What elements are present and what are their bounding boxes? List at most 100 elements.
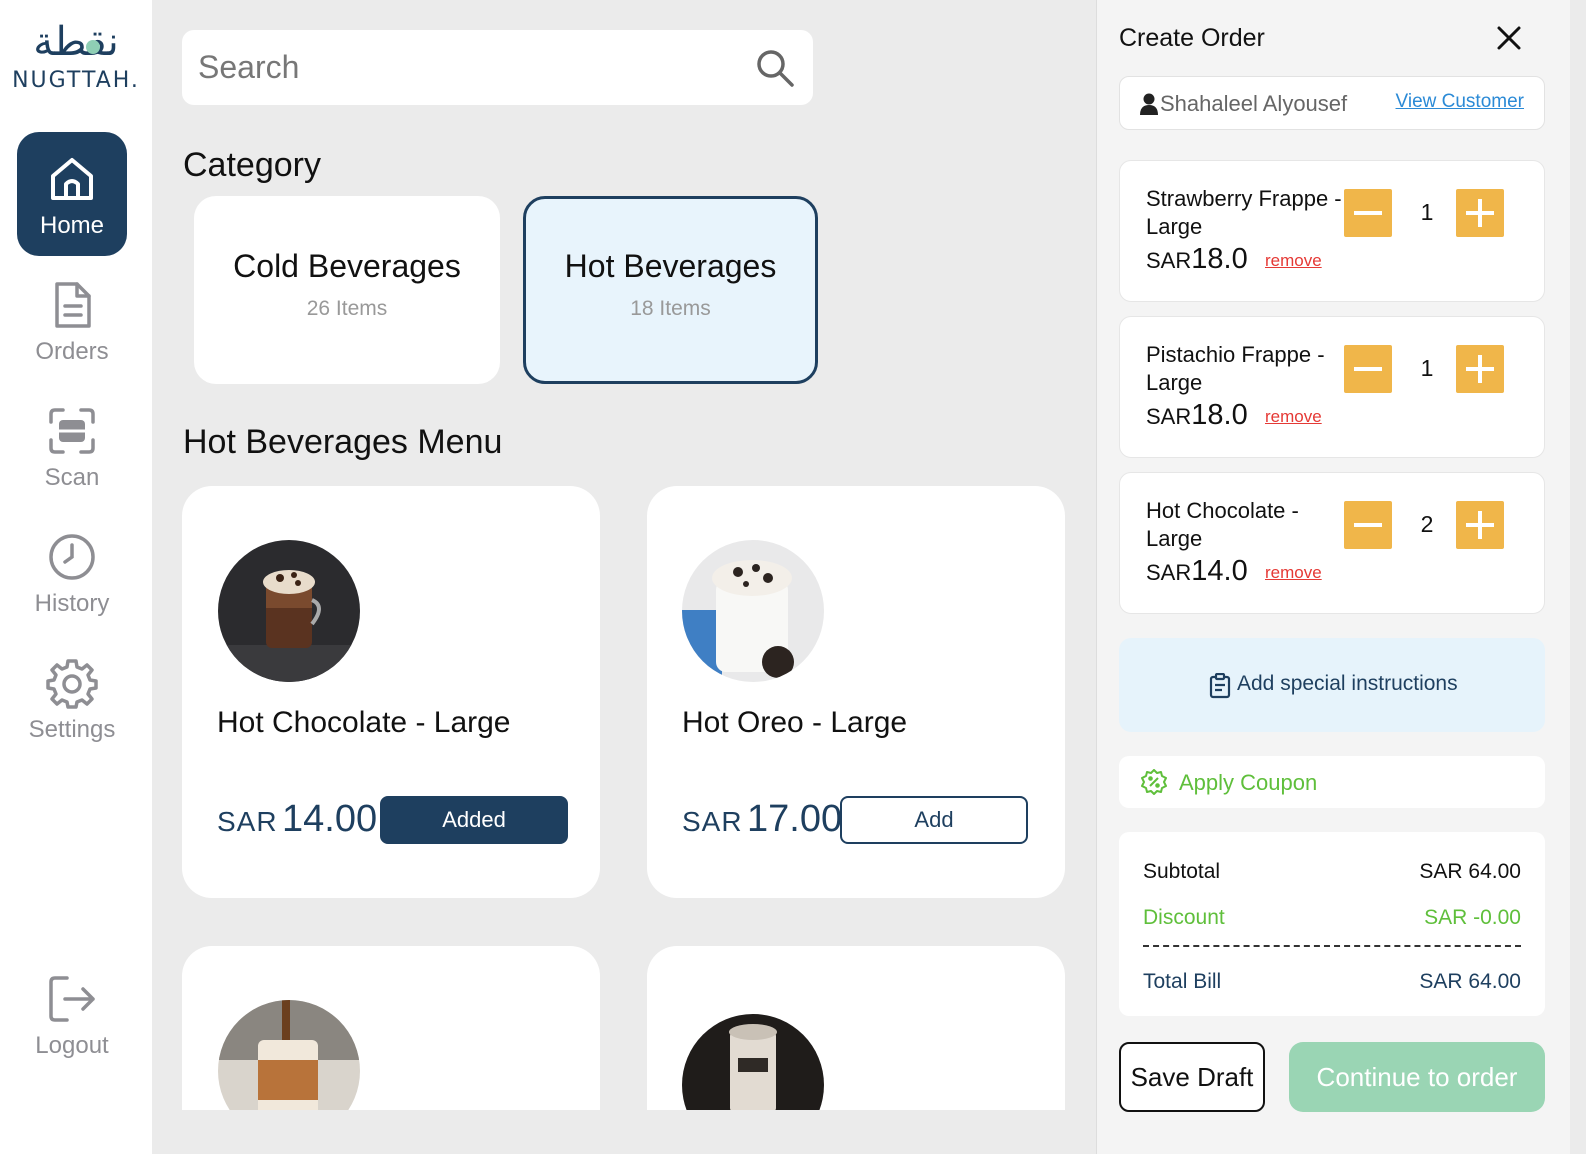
save-draft-button[interactable]: Save Draft (1119, 1042, 1265, 1112)
category-card-hot-beverages[interactable]: Hot Beverages 18 Items (523, 196, 818, 384)
order-item-currency: SAR (1146, 248, 1192, 273)
category-name: Cold Beverages (233, 248, 461, 284)
product-card (647, 946, 1065, 1110)
sidebar-item-history[interactable]: History (17, 510, 127, 634)
total-row: Total Bill SAR 64.00 (1143, 970, 1521, 994)
sidebar-item-label: Home (39, 212, 105, 239)
minus-icon (1354, 367, 1382, 371)
remove-link[interactable]: remove (1265, 407, 1322, 427)
product-amount: 14.00 (282, 798, 378, 840)
close-icon[interactable] (1493, 22, 1525, 54)
brand-logo: نقطة NUGTTAH. (8, 18, 144, 102)
category-count: 18 Items (630, 297, 711, 320)
order-item-amount: 14.0 (1191, 555, 1248, 587)
order-item-amount: 18.0 (1191, 399, 1248, 431)
product-name: Hot Chocolate - Large (217, 706, 511, 739)
increase-qty-button[interactable] (1456, 501, 1504, 549)
order-panel: Create Order Shahaleel Alyousef View Cus… (1096, 0, 1570, 1154)
product-card-hot-chocolate: Hot Chocolate - Large SAR 14.00 Added (182, 486, 600, 898)
continue-order-button[interactable]: Continue to order (1289, 1042, 1545, 1112)
increase-qty-button[interactable] (1456, 189, 1504, 237)
decrease-qty-button[interactable] (1344, 189, 1392, 237)
order-item-amount: 18.0 (1191, 243, 1248, 275)
coupon-label: Apply Coupon (1179, 770, 1318, 795)
category-card-cold-beverages[interactable]: Cold Beverages 26 Items (194, 196, 500, 384)
document-icon (55, 282, 91, 328)
customer-name: Shahaleel Alyousef (1160, 91, 1348, 116)
sidebar-item-orders[interactable]: Orders (17, 258, 127, 382)
sidebar-item-home[interactable]: Home (17, 132, 127, 256)
add-button[interactable]: Add (840, 796, 1028, 844)
plus-icon (1466, 511, 1494, 539)
category-name: Hot Beverages (564, 248, 777, 284)
brand-logo-dot (86, 40, 100, 54)
plus-icon (1466, 355, 1494, 383)
category-count: 26 Items (306, 297, 388, 320)
search-icon[interactable] (755, 48, 795, 88)
quantity-value: 2 (1420, 511, 1434, 537)
product-price: SAR 17.00 (682, 798, 842, 841)
logout-label: Logout (35, 1032, 109, 1059)
increase-qty-button[interactable] (1456, 345, 1504, 393)
sidebar-item-label: Settings (28, 716, 116, 743)
product-card (182, 946, 600, 1110)
order-item-currency: SAR (1146, 560, 1192, 585)
clock-icon (49, 534, 95, 580)
discount-value: SAR -0.00 (1424, 906, 1521, 929)
product-price: SAR 14.00 (217, 798, 377, 841)
product-image (682, 540, 824, 682)
product-currency: SAR (682, 806, 743, 837)
minus-icon (1354, 211, 1382, 215)
apply-coupon-button[interactable]: Apply Coupon (1119, 756, 1545, 808)
order-item-name: Pistachio Frappe - Large (1146, 342, 1325, 395)
instructions-label: Add special instructions (1237, 672, 1458, 695)
sidebar-item-scan[interactable]: Scan (17, 384, 127, 508)
divider (1143, 945, 1521, 947)
sidebar-item-label: Scan (44, 464, 100, 491)
sidebar-item-settings[interactable]: Settings (17, 636, 127, 760)
customer-row: Shahaleel Alyousef View Customer (1119, 76, 1545, 130)
total-label: Total Bill (1143, 970, 1222, 993)
product-card-hot-oreo: Hot Oreo - Large SAR 17.00 Add (647, 486, 1065, 898)
view-customer-link[interactable]: View Customer (1396, 91, 1524, 113)
plus-icon (1466, 199, 1494, 227)
order-item-price: SAR14.0 (1146, 555, 1248, 588)
coupon-icon (1141, 769, 1167, 795)
brand-logo-arabic: نقطة (33, 19, 119, 65)
person-icon (1140, 93, 1158, 115)
order-summary: Subtotal SAR 64.00 Discount SAR -0.00 To… (1119, 832, 1545, 1016)
subtotal-value: SAR 64.00 (1419, 860, 1521, 883)
category-heading: Category (183, 146, 321, 184)
order-item-name: Strawberry Frappe - Large (1146, 186, 1342, 239)
order-item-name: Hot Chocolate - Large (1146, 498, 1299, 551)
sidebar-item-label: Orders (35, 338, 109, 365)
quantity-value: 1 (1420, 355, 1434, 381)
discount-label: Discount (1143, 906, 1225, 929)
discount-row: Discount SAR -0.00 (1143, 906, 1521, 930)
clipboard-icon (1209, 673, 1231, 699)
logout-icon (49, 976, 95, 1022)
search-input[interactable] (198, 44, 738, 90)
brand-logo-latin: NUGTTAH. (12, 68, 140, 93)
scan-icon (45, 408, 99, 454)
quantity-value: 1 (1420, 199, 1434, 225)
panel-title: Create Order (1119, 24, 1265, 52)
decrease-qty-button[interactable] (1344, 345, 1392, 393)
add-instructions-button[interactable]: Add special instructions (1119, 638, 1545, 732)
minus-icon (1354, 523, 1382, 527)
added-button[interactable]: Added (380, 796, 568, 844)
remove-link[interactable]: remove (1265, 251, 1322, 271)
order-item: Hot Chocolate - Large SAR14.0 remove 2 (1119, 472, 1545, 614)
gear-icon (46, 659, 98, 709)
product-image (218, 1000, 360, 1110)
order-item: Strawberry Frappe - Large SAR18.0 remove… (1119, 160, 1545, 302)
decrease-qty-button[interactable] (1344, 501, 1392, 549)
sidebar: نقطة NUGTTAH. Home Orders Scan History S… (0, 0, 152, 1154)
order-item-price: SAR18.0 (1146, 243, 1248, 276)
total-value: SAR 64.00 (1419, 970, 1521, 993)
subtotal-label: Subtotal (1143, 860, 1221, 883)
home-icon (51, 158, 93, 200)
product-name: Hot Oreo - Large (682, 706, 908, 739)
remove-link[interactable]: remove (1265, 563, 1322, 583)
logout-button[interactable]: Logout (17, 952, 127, 1076)
